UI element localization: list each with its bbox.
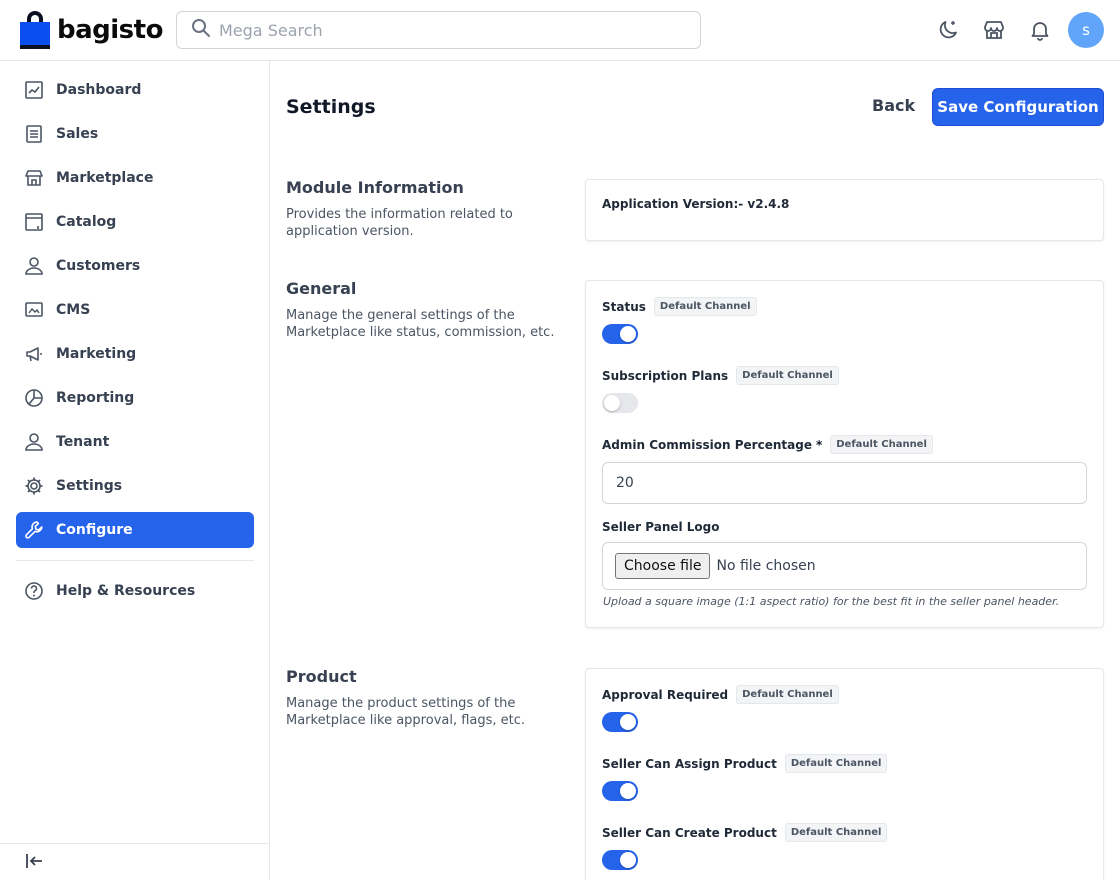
general-description: Manage the general settings of the Marke… <box>286 308 555 340</box>
sidebar-item-reporting[interactable]: Reporting <box>16 380 254 416</box>
sidebar: Dashboard Sales Marketplace Catalog Cust… <box>0 61 270 880</box>
user-avatar[interactable]: s <box>1068 12 1104 48</box>
megaphone-icon <box>24 344 44 364</box>
top-header: bagisto s <box>0 0 1120 61</box>
cms-icon <box>24 300 44 320</box>
user-icon <box>24 256 44 276</box>
seller-create-product-toggle[interactable] <box>602 850 638 870</box>
admin-commission-label: Admin Commission Percentage * Default Ch… <box>602 435 933 454</box>
seller-panel-logo-file-input: Choose file No file chosen <box>602 542 1087 590</box>
seller-assign-product-label: Seller Can Assign Product Default Channe… <box>602 754 888 773</box>
store-icon <box>24 168 44 188</box>
brand-logo[interactable]: bagisto <box>20 11 163 49</box>
dashboard-icon <box>24 80 44 100</box>
sidebar-item-cms[interactable]: CMS <box>16 292 254 328</box>
seller-assign-product-toggle[interactable] <box>602 781 638 801</box>
admin-commission-input[interactable] <box>602 462 1087 504</box>
channel-badge: Default Channel <box>784 754 888 773</box>
help-icon <box>24 581 44 601</box>
seller-create-product-label: Seller Can Create Product Default Channe… <box>602 823 888 842</box>
channel-badge: Default Channel <box>830 435 933 454</box>
status-label: Status Default Channel <box>602 297 757 316</box>
mega-search[interactable] <box>176 11 701 49</box>
sidebar-item-configure[interactable]: Configure <box>16 512 254 548</box>
channel-badge: Default Channel <box>653 297 757 316</box>
gear-icon <box>24 476 44 496</box>
sidebar-item-tenant[interactable]: Tenant <box>16 424 254 460</box>
channel-badge: Default Channel <box>736 366 839 385</box>
subscription-plans-toggle[interactable] <box>602 393 638 413</box>
sidebar-item-help[interactable]: Help & Resources <box>16 573 254 609</box>
shopping-bag-icon <box>20 11 50 49</box>
storefront-icon[interactable] <box>982 18 1006 42</box>
pie-chart-icon <box>24 388 44 408</box>
catalog-icon <box>24 212 44 232</box>
sidebar-item-customers[interactable]: Customers <box>16 248 254 284</box>
collapse-sidebar-icon[interactable] <box>24 851 44 871</box>
sidebar-divider <box>16 560 254 561</box>
logo-hint: Upload a square image (1:1 aspect ratio)… <box>603 595 1060 608</box>
module-info-card: Application Version:- v2.4.8 <box>585 179 1104 241</box>
back-button[interactable]: Back <box>862 96 925 115</box>
product-title: Product <box>286 667 357 686</box>
module-info-description: Provides the information related to appl… <box>286 207 513 239</box>
application-version: Application Version:- v2.4.8 <box>602 197 790 211</box>
status-toggle[interactable] <box>602 324 638 344</box>
search-input[interactable] <box>219 20 679 40</box>
page-title: Settings <box>286 96 376 118</box>
channel-badge: Default Channel <box>736 685 839 704</box>
bell-icon[interactable] <box>1028 18 1052 42</box>
approval-required-label: Approval Required Default Channel <box>602 685 839 704</box>
brand-name: bagisto <box>57 15 163 45</box>
required-marker: * <box>815 437 823 452</box>
sidebar-item-marketing[interactable]: Marketing <box>16 336 254 372</box>
approval-required-toggle[interactable] <box>602 712 638 732</box>
seller-panel-logo-label: Seller Panel Logo <box>602 520 720 534</box>
general-title: General <box>286 279 357 298</box>
channel-badge: Default Channel <box>784 823 888 842</box>
file-status: No file chosen <box>716 558 816 574</box>
product-description: Manage the product settings of the Marke… <box>286 696 526 728</box>
dark-mode-icon[interactable] <box>936 18 960 42</box>
sidebar-item-catalog[interactable]: Catalog <box>16 204 254 240</box>
sales-icon <box>24 124 44 144</box>
subscription-plans-label: Subscription Plans Default Channel <box>602 366 839 385</box>
choose-file-button[interactable]: Choose file <box>615 553 711 579</box>
save-configuration-button[interactable]: Save Configuration <box>932 88 1104 126</box>
user-icon <box>24 432 44 452</box>
module-info-title: Module Information <box>286 178 464 197</box>
sidebar-item-marketplace[interactable]: Marketplace <box>16 160 254 196</box>
sidebar-item-sales[interactable]: Sales <box>16 116 254 152</box>
wrench-icon <box>24 520 44 540</box>
sidebar-item-dashboard[interactable]: Dashboard <box>16 72 254 108</box>
search-icon <box>191 18 211 42</box>
sidebar-item-settings[interactable]: Settings <box>16 468 254 504</box>
